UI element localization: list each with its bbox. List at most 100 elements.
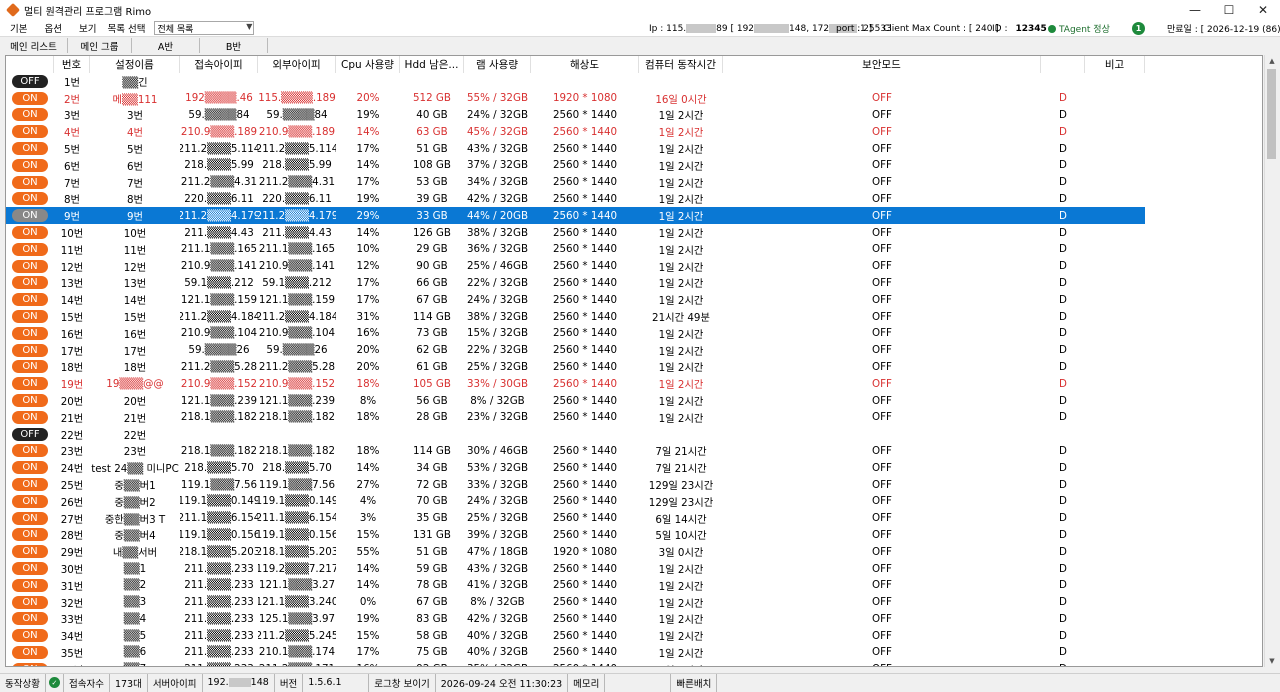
table-row[interactable]: ON 16번 16번 210.9▒▒▒.104 210.9▒▒▒.104 16% 73 GB…: [6, 325, 1145, 342]
column-header-state[interactable]: [6, 56, 54, 73]
table-row[interactable]: OFF 22번 22번: [6, 426, 1145, 443]
scroll-up-icon[interactable]: ▲: [1265, 55, 1279, 67]
maximize-button[interactable]: ☐: [1212, 0, 1246, 20]
power-status-badge[interactable]: ON: [12, 108, 48, 122]
table-row[interactable]: ON 24번 test 24▒▒ 미니PC 218.▒▒▒5.70 218.▒▒▒5.7…: [6, 459, 1145, 476]
table-row[interactable]: ON 26번 중▒▒버2 119.1▒▒▒0.149 119.1▒▒▒0.149 4% 70…: [6, 493, 1145, 510]
table-row[interactable]: ON 29번 내▒▒서버 218.1▒▒▒5.203 218.1▒▒▒5.203 55% 5…: [6, 543, 1145, 560]
table-row[interactable]: ON 8번 8번 220.▒▒▒6.11 220.▒▒▒6.11 19% 39 GB 42% …: [6, 191, 1145, 208]
table-row[interactable]: ON 2번 메▒▒111 192▒▒▒▒.46 115.▒▒▒▒.189 20% 512 G…: [6, 90, 1145, 107]
power-status-badge[interactable]: ON: [12, 478, 48, 492]
list-select-dropdown[interactable]: 전체 목록 ▼: [154, 21, 255, 35]
column-header-up[interactable]: 컴퓨터 동작시간: [639, 56, 723, 73]
column-header-sec[interactable]: 보안모드: [723, 56, 1041, 73]
column-header-ram[interactable]: 램 사용량: [464, 56, 531, 73]
power-status-badge[interactable]: ON: [12, 511, 48, 525]
power-status-badge[interactable]: ON: [12, 125, 48, 139]
table-row[interactable]: ON 32번 ▒▒3 211.▒▒▒.233 121.1▒▒▒3.240 0% 67 GB 8…: [6, 594, 1145, 611]
power-status-badge[interactable]: ON: [12, 142, 48, 156]
vertical-scrollbar[interactable]: ▲ ▼: [1264, 55, 1278, 667]
power-status-badge[interactable]: OFF: [12, 74, 48, 88]
power-status-badge[interactable]: ON: [12, 645, 48, 659]
tab-b-class[interactable]: B반: [200, 38, 268, 53]
table-row[interactable]: ON 5번 5번 211.2▒▒▒5.114 211.2▒▒▒5.114 17% 51 GB…: [6, 140, 1145, 157]
power-status-badge[interactable]: ON: [12, 91, 48, 105]
power-status-badge[interactable]: ON: [12, 175, 48, 189]
power-status-badge[interactable]: ON: [12, 326, 48, 340]
table-row[interactable]: ON 11번 11번 211.1▒▒▒.165 211.1▒▒▒.165 10% 29 GB…: [6, 241, 1145, 258]
column-header-cpu[interactable]: Cpu 사용량: [336, 56, 400, 73]
table-row[interactable]: OFF 1번 ▒▒긴: [6, 73, 1145, 90]
menu-list-select[interactable]: 목록 선택: [103, 21, 152, 35]
column-header-d[interactable]: [1041, 56, 1085, 73]
column-header-num[interactable]: 번호: [54, 56, 90, 73]
table-row[interactable]: ON 6번 6번 218.▒▒▒5.99 218.▒▒▒5.99 14% 108 GB 37%…: [6, 157, 1145, 174]
power-status-badge[interactable]: ON: [12, 276, 48, 290]
menu-options[interactable]: 옵션: [34, 21, 68, 35]
power-status-badge[interactable]: ON: [12, 293, 48, 307]
table-row[interactable]: ON 14번 14번 121.1▒▒▒.159 121.1▒▒▒.159 17% 67 GB…: [6, 291, 1145, 308]
column-header-name[interactable]: 설정이름: [90, 56, 180, 73]
table-row[interactable]: ON 9번 9번 211.2▒▒▒4.179 211.2▒▒▒4.179 29% 33 GB…: [6, 207, 1145, 225]
power-status-badge[interactable]: ON: [12, 360, 48, 374]
power-status-badge[interactable]: ON: [12, 578, 48, 592]
column-header-res[interactable]: 해상도: [531, 56, 639, 73]
notification-badge[interactable]: 1: [1132, 22, 1145, 35]
table-row[interactable]: ON 31번 ▒▒2 211.▒▒▒.233 121.1▒▒▒3.27 14% 78 GB 4…: [6, 577, 1145, 594]
table-row[interactable]: ON 4번 4번 210.9▒▒▒.189 210.9▒▒▒.189 14% 63 GB 45…: [6, 123, 1145, 140]
power-status-badge[interactable]: ON: [12, 226, 48, 240]
close-button[interactable]: ✕: [1246, 0, 1280, 20]
power-status-badge[interactable]: ON: [12, 545, 48, 559]
table-row[interactable]: ON 36번▒▒7211.▒▒▒.233211.2▒▒▒.17116%92 GB3…: [6, 661, 1145, 666]
log-window-button[interactable]: 로그창 보이기: [369, 673, 436, 692]
table-row[interactable]: ON 30번 ▒▒1 211.▒▒▒.233 119.2▒▒▒7.217 14% 59 GB…: [6, 560, 1145, 577]
menu-view[interactable]: 보기: [69, 21, 103, 35]
quick-deploy-button[interactable]: 빠른배치: [671, 673, 718, 692]
power-status-badge[interactable]: ON: [12, 259, 48, 273]
power-status-badge[interactable]: ON: [12, 612, 48, 626]
table-row[interactable]: ON 10번 10번 211.▒▒▒4.43 211.▒▒▒4.43 14% 126 GB 3…: [6, 224, 1145, 241]
power-status-badge[interactable]: ON: [12, 595, 48, 609]
power-status-badge[interactable]: ON: [12, 209, 48, 223]
table-row[interactable]: ON 17번 17번 59.▒▒▒▒26 59.▒▒▒▒26 20% 62 GB 22% / …: [6, 342, 1145, 359]
table-row[interactable]: ON 7번 7번 211.2▒▒▒4.31 211.2▒▒▒4.31 17% 53 GB 34…: [6, 174, 1145, 191]
power-status-badge[interactable]: OFF: [12, 427, 48, 441]
table-row[interactable]: ON 18번 18번 211.2▒▒▒5.28 211.2▒▒▒5.28 20% 61 GB…: [6, 359, 1145, 376]
table-row[interactable]: ON 27번 중한▒▒버3 T 211.1▒▒▒6.154 211.1▒▒▒6.154 3…: [6, 510, 1145, 527]
power-status-badge[interactable]: ON: [12, 662, 48, 666]
power-status-badge[interactable]: ON: [12, 310, 48, 324]
table-row[interactable]: ON 34번 ▒▒5 211.▒▒▒.233 211.2▒▒▒5.245 15% 58 GB…: [6, 627, 1145, 644]
power-status-badge[interactable]: ON: [12, 461, 48, 475]
power-status-badge[interactable]: ON: [12, 343, 48, 357]
table-row[interactable]: ON 19번 19▒▒▒@@ 210.9▒▒▒.152 210.9▒▒▒.152 18% 1…: [6, 375, 1145, 392]
power-status-badge[interactable]: ON: [12, 562, 48, 575]
tab-a-class[interactable]: A반: [132, 38, 200, 53]
power-status-badge[interactable]: ON: [12, 394, 48, 408]
table-row[interactable]: ON 3번 3번 59.▒▒▒▒84 59.▒▒▒▒84 19% 40 GB 24% / 32…: [6, 107, 1145, 124]
power-status-badge[interactable]: ON: [12, 377, 48, 391]
power-status-badge[interactable]: ON: [12, 158, 48, 172]
power-status-badge[interactable]: ON: [12, 410, 48, 424]
table-row[interactable]: ON 23번 23번 218.1▒▒▒.182 218.1▒▒▒.182 18% 114 G…: [6, 443, 1145, 460]
column-header-note[interactable]: 비고: [1085, 56, 1145, 73]
table-row[interactable]: ON 20번 20번 121.1▒▒▒.239 121.1▒▒▒.239 8% 56 GB 8…: [6, 392, 1145, 409]
tab-main-group[interactable]: 메인 그룹: [68, 38, 132, 53]
table-row[interactable]: ON 13번 13번 59.1▒▒▒.212 59.1▒▒▒.212 17% 66 GB 22…: [6, 275, 1145, 292]
column-header-hdd[interactable]: Hdd 남은...: [400, 56, 464, 73]
power-status-badge[interactable]: ON: [12, 444, 48, 458]
power-status-badge[interactable]: ON: [12, 192, 48, 206]
scrollbar-thumb[interactable]: [1267, 69, 1276, 159]
power-status-badge[interactable]: ON: [12, 629, 48, 643]
power-status-badge[interactable]: ON: [12, 242, 48, 256]
column-header-ip2[interactable]: 외부아이피: [258, 56, 336, 73]
table-row[interactable]: ON 21번 21번 218.1▒▒▒.182 218.1▒▒▒.182 18% 28 GB…: [6, 409, 1145, 426]
tab-main-list[interactable]: 메인 리스트: [0, 38, 68, 53]
scroll-down-icon[interactable]: ▼: [1265, 655, 1279, 667]
table-row[interactable]: ON 33번 ▒▒4 211.▒▒▒.233 125.1▒▒▒3.97 19% 83 GB 4…: [6, 611, 1145, 628]
menu-basic[interactable]: 기본: [0, 21, 34, 35]
table-row[interactable]: ON 12번 12번 210.9▒▒▒.141 210.9▒▒▒.141 12% 90 GB…: [6, 258, 1145, 275]
table-row[interactable]: ON 28번 중▒▒버4 119.1▒▒▒0.156 119.1▒▒▒0.156 15% 1…: [6, 527, 1145, 544]
power-status-badge[interactable]: ON: [12, 494, 48, 508]
minimize-button[interactable]: —: [1178, 0, 1212, 20]
power-status-badge[interactable]: ON: [12, 528, 48, 542]
